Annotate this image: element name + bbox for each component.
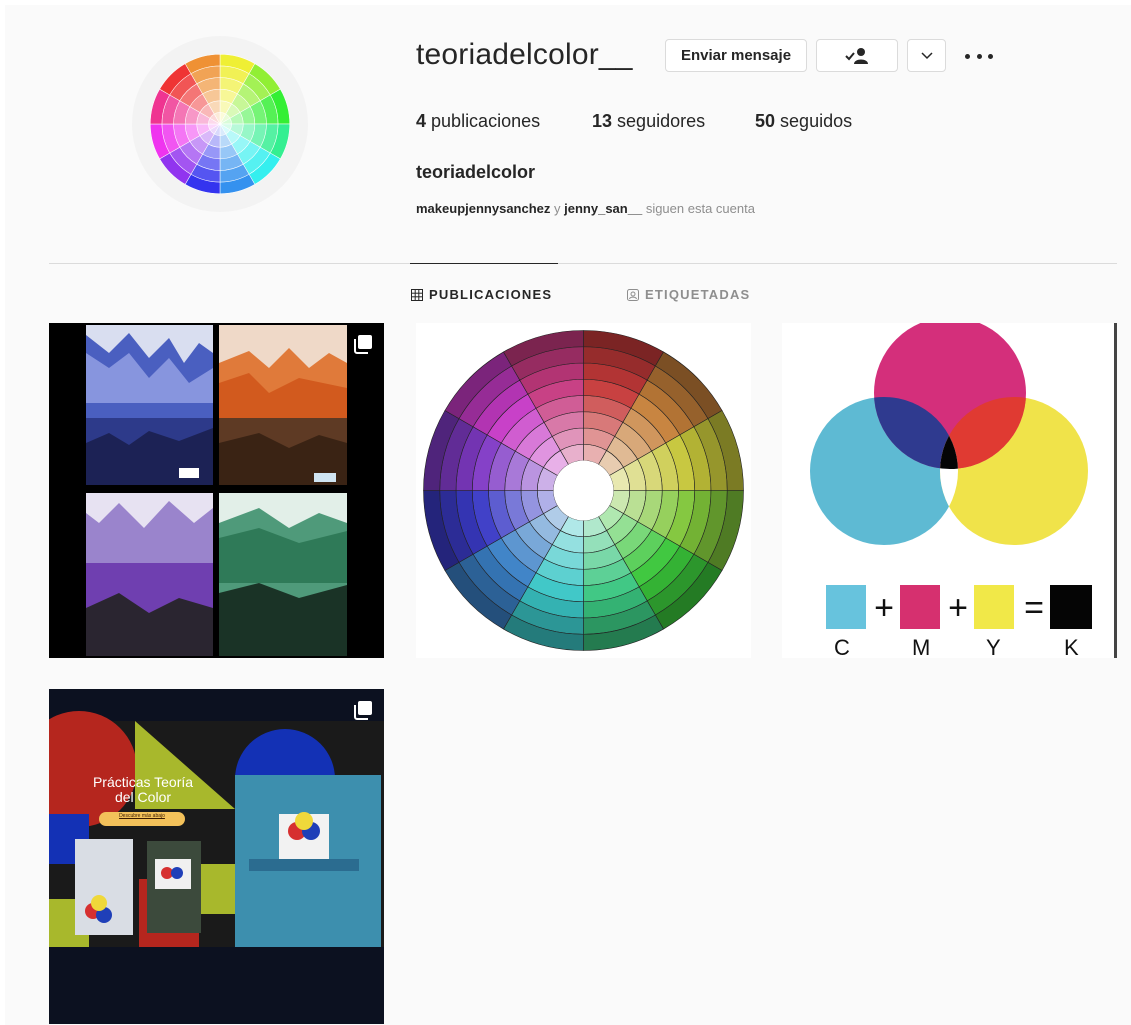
color-wheel-avatar-icon bbox=[150, 54, 290, 194]
post-color-wheel[interactable] bbox=[416, 323, 751, 658]
followers-stat[interactable]: 13 seguidores bbox=[592, 111, 705, 132]
suggestions-dropdown-button[interactable] bbox=[907, 39, 946, 72]
profile-username: teoriadelcolor__ bbox=[416, 38, 633, 71]
grid-icon bbox=[411, 288, 423, 301]
following-button[interactable] bbox=[816, 39, 898, 72]
profile-avatar[interactable] bbox=[132, 36, 308, 212]
active-tab-indicator bbox=[410, 263, 558, 264]
landscape-paintings-image bbox=[49, 323, 384, 658]
more-options-icon[interactable] bbox=[965, 49, 993, 63]
color-wheel-center bbox=[553, 460, 614, 521]
tab-etiquetadas[interactable]: ETIQUETADAS bbox=[627, 287, 750, 302]
followed-by: makeupjennysanchez y jenny_san__ siguen … bbox=[416, 201, 755, 216]
following-count: 50 bbox=[755, 111, 776, 131]
practicas-image bbox=[49, 689, 384, 1024]
color-wheel-chart-image bbox=[416, 323, 751, 658]
tab-publicaciones[interactable]: PUBLICACIONES bbox=[411, 287, 552, 302]
cmyk-diagram-image: + + = bbox=[782, 323, 1117, 658]
cmyk-label-y: Y bbox=[986, 635, 1001, 658]
tag-user-icon bbox=[627, 288, 639, 301]
following-stat[interactable]: 50 seguidos bbox=[755, 111, 852, 132]
tabs-divider bbox=[49, 263, 1117, 264]
send-message-button[interactable]: Enviar mensaje bbox=[665, 39, 807, 72]
profile-full-name: teoriadelcolor bbox=[416, 162, 536, 182]
following-label: seguidos bbox=[780, 111, 853, 131]
followed-by-suffix: siguen esta cuenta bbox=[645, 201, 755, 216]
tab-publicaciones-label: PUBLICACIONES bbox=[429, 287, 553, 302]
svg-text:+: + bbox=[948, 589, 968, 627]
posts-stat: 4 publicaciones bbox=[416, 111, 540, 132]
followed-by-user-1[interactable]: makeupjennysanchez bbox=[416, 201, 550, 216]
profile-page: teoriadelcolor__ Enviar mensaje 4 public… bbox=[5, 5, 1131, 1025]
followers-label: seguidores bbox=[617, 111, 706, 131]
cmyk-label-k: K bbox=[1064, 635, 1079, 658]
cmyk-label-m: M bbox=[912, 635, 931, 658]
followers-count: 13 bbox=[592, 111, 613, 131]
followed-by-user-2[interactable]: jenny_san__ bbox=[564, 201, 642, 216]
person-check-icon bbox=[845, 47, 868, 64]
svg-text:=: = bbox=[1024, 589, 1044, 627]
post-cmyk-diagram[interactable]: + + = C M Y K bbox=[782, 323, 1117, 658]
multiple-posts-icon bbox=[352, 333, 374, 355]
practicas-title: Prácticas Teoría del Color bbox=[92, 774, 194, 805]
followed-by-connector: y bbox=[554, 201, 561, 216]
post-practicas-teoria-color[interactable]: Prácticas Teoría del Color Descubre más … bbox=[49, 689, 384, 1024]
tab-etiquetadas-label: ETIQUETADAS bbox=[645, 287, 751, 302]
practicas-button-text: Descubre más abajo bbox=[119, 813, 165, 819]
cmyk-label-c: C bbox=[834, 635, 850, 658]
posts-label: publicaciones bbox=[431, 111, 541, 131]
posts-count: 4 bbox=[416, 111, 427, 131]
chevron-down-icon bbox=[920, 51, 933, 59]
multiple-posts-icon bbox=[352, 699, 374, 721]
svg-text:+: + bbox=[874, 589, 894, 627]
post-landscape-paintings[interactable] bbox=[49, 323, 384, 658]
